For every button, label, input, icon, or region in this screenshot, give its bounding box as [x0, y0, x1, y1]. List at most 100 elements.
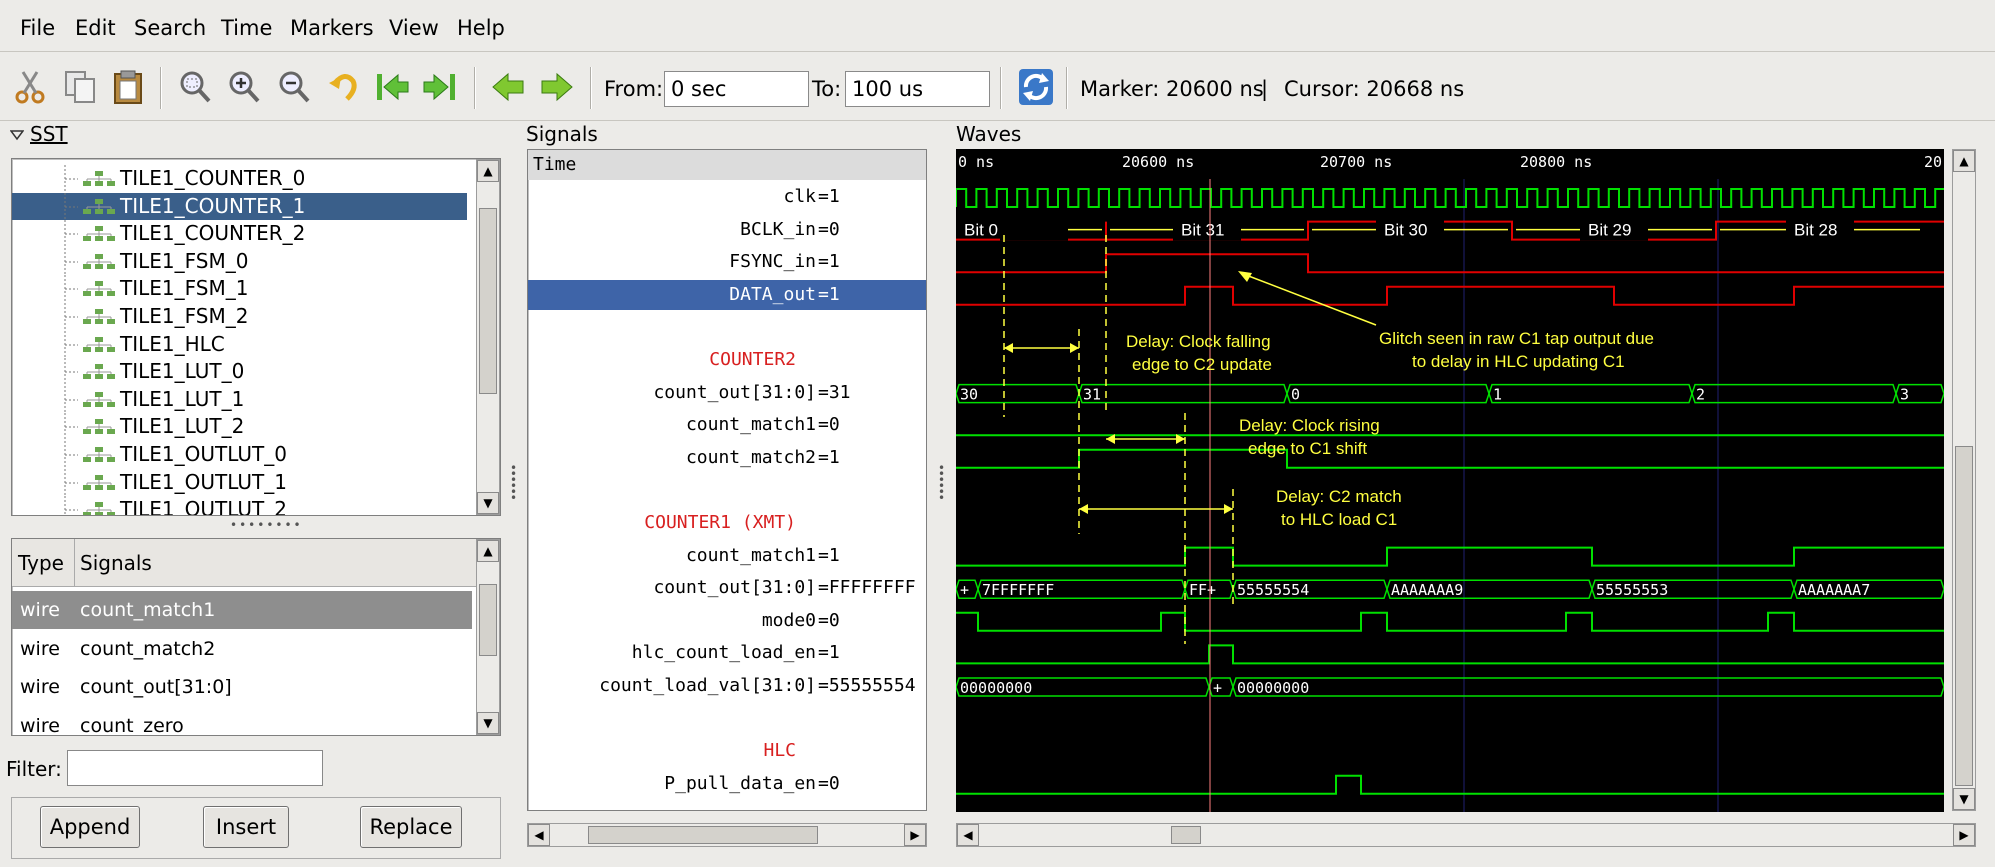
tree-item[interactable]: TILE1_FSM_2: [12, 303, 467, 330]
signal-row[interactable]: mode0 =0: [528, 606, 926, 636]
signal-group-header[interactable]: COUNTER2: [528, 345, 926, 375]
scroll-down-icon[interactable]: ▼: [477, 492, 499, 514]
tree-item[interactable]: TILE1_COUNTER_1: [12, 192, 467, 220]
tree-item[interactable]: TILE1_OUTLUT_2: [12, 496, 467, 515]
sst-list-scrollbar[interactable]: ▲ ▼: [476, 539, 500, 735]
insert-button[interactable]: Insert: [203, 806, 289, 848]
tree-item[interactable]: TILE1_COUNTER_0: [12, 165, 467, 192]
menu-help[interactable]: Help: [457, 16, 505, 40]
list-item[interactable]: wire count_zero: [12, 707, 472, 736]
paste-icon[interactable]: [108, 67, 148, 107]
sst-tree-scrollbar[interactable]: ▲ ▼: [476, 159, 500, 515]
scroll-down-icon[interactable]: ▼: [1953, 788, 1975, 810]
signal-row[interactable]: count_match2 =1: [528, 443, 926, 473]
to-input[interactable]: [845, 71, 990, 107]
signal-row[interactable]: count_out[31:0] =FFFFFFFF: [528, 573, 926, 603]
menu-file[interactable]: File: [20, 16, 55, 40]
signal-row[interactable]: DATA_out =1: [528, 279, 926, 310]
right-splitter[interactable]: • • • • • •: [938, 462, 945, 525]
signal-value: =0: [818, 218, 840, 240]
replace-button[interactable]: Replace: [360, 806, 462, 848]
scroll-thumb[interactable]: [479, 584, 497, 656]
scroll-up-icon[interactable]: ▲: [477, 160, 499, 182]
zoom-to-start-icon[interactable]: [372, 67, 412, 107]
chevron-down-icon: [9, 130, 25, 141]
sst-splitter[interactable]: ••••••••: [230, 519, 301, 531]
signal-name: FSYNC_in: [729, 251, 816, 273]
signal-group-header[interactable]: HLC: [528, 736, 926, 766]
signal-row[interactable]: count_match1 =1: [528, 541, 926, 571]
signal-row[interactable]: count_match1 =0: [528, 410, 926, 440]
list-item[interactable]: wire count_match1: [12, 591, 472, 629]
zoom-to-end-icon[interactable]: [420, 67, 460, 107]
tree-item[interactable]: TILE1_LUT_1: [12, 385, 467, 413]
signal-name: count_match2: [80, 637, 216, 660]
menu-markers[interactable]: Markers: [290, 16, 374, 40]
list-item[interactable]: wire count_match2: [12, 630, 472, 668]
find-next-edge-icon[interactable]: [537, 67, 577, 107]
reload-icon[interactable]: [1016, 67, 1056, 107]
signal-row[interactable]: BCLK_in =0: [528, 215, 926, 245]
c2-count-out-value: 1: [1493, 386, 1502, 404]
scroll-thumb[interactable]: [479, 208, 497, 394]
waves-hscrollbar[interactable]: ◀ ▶: [956, 823, 1976, 847]
tree-item[interactable]: TILE1_COUNTER_2: [12, 220, 467, 248]
scroll-thumb[interactable]: [588, 826, 818, 844]
module-hierarchy-icon: [83, 336, 115, 352]
tree-item[interactable]: TILE1_FSM_0: [12, 247, 467, 275]
scroll-thumb[interactable]: [1955, 446, 1973, 786]
tree-item[interactable]: TILE1_LUT_2: [12, 413, 467, 441]
sst-expander[interactable]: [9, 123, 25, 147]
list-item[interactable]: wire count_out[31:0]: [12, 668, 472, 706]
zoom-fit-icon[interactable]: [175, 67, 215, 107]
signals-column-header[interactable]: Signals: [80, 551, 152, 575]
signal-group-header[interactable]: COUNTER1 (XMT): [528, 508, 926, 538]
signal-row[interactable]: count_load_val[31:0] =55555554: [528, 671, 926, 701]
tree-item[interactable]: TILE1_FSM_1: [12, 275, 467, 303]
menu-time[interactable]: Time: [221, 16, 272, 40]
tree-item-label: TILE1_FSM_0: [120, 248, 249, 273]
signal-row[interactable]: count_out[31:0] =31: [528, 378, 926, 408]
scroll-left-icon[interactable]: ◀: [528, 824, 550, 846]
arrowhead: [1079, 504, 1088, 514]
marker-readout: Marker: 20600 ns: [1080, 77, 1264, 101]
left-splitter[interactable]: • • • • • •: [510, 462, 517, 525]
scroll-right-icon[interactable]: ▶: [1953, 824, 1975, 846]
menu-edit[interactable]: Edit: [75, 16, 116, 40]
find-previous-edge-icon[interactable]: [488, 67, 528, 107]
signal-row[interactable]: P_pull_data_en =0: [528, 769, 926, 799]
cut-icon[interactable]: [10, 67, 50, 107]
copy-icon[interactable]: [60, 67, 100, 107]
signal-value: =1: [818, 446, 840, 468]
signal-row[interactable]: clk =1: [528, 182, 926, 212]
waveform-canvas[interactable]: 0 ns 20600 ns 20700 ns 20800 ns 20 Bit 0 Bit 3…: [956, 149, 1944, 812]
append-button[interactable]: Append: [40, 806, 140, 848]
tree-item[interactable]: TILE1_LUT_0: [12, 358, 467, 386]
tree-item[interactable]: TILE1_HLC: [12, 330, 467, 358]
module-hierarchy-icon: [83, 281, 115, 297]
scroll-right-icon[interactable]: ▶: [904, 824, 926, 846]
signal-row[interactable]: FSYNC_in =1: [528, 247, 926, 277]
menu-view[interactable]: View: [389, 16, 439, 40]
menu-search[interactable]: Search: [134, 16, 206, 40]
tree-item[interactable]: TILE1_OUTLUT_1: [12, 468, 467, 496]
undo-zoom-icon[interactable]: [324, 67, 364, 107]
module-hierarchy-icon: [83, 171, 115, 186]
arrowhead: [1070, 343, 1079, 353]
type-column-header[interactable]: Type: [18, 551, 64, 575]
tree-item[interactable]: TILE1_OUTLUT_0: [12, 441, 467, 468]
waves-vscrollbar[interactable]: ▲ ▼: [1952, 149, 1976, 811]
signals-hscrollbar[interactable]: ◀ ▶: [527, 823, 927, 847]
zoom-out-icon[interactable]: [274, 67, 314, 107]
scroll-up-icon[interactable]: ▲: [477, 540, 499, 562]
scroll-down-icon[interactable]: ▼: [477, 712, 499, 734]
filter-input[interactable]: [67, 750, 323, 786]
scroll-thumb[interactable]: [1171, 826, 1201, 844]
signal-name: count_zero: [80, 714, 184, 736]
zoom-in-icon[interactable]: [224, 67, 264, 107]
signal-row[interactable]: hlc_count_load_en =1: [528, 638, 926, 668]
scroll-up-icon[interactable]: ▲: [1953, 150, 1975, 172]
from-input[interactable]: [664, 71, 809, 107]
scroll-left-icon[interactable]: ◀: [957, 824, 979, 846]
menu-bar: File Edit Search Time Markers View Help: [0, 0, 1995, 52]
